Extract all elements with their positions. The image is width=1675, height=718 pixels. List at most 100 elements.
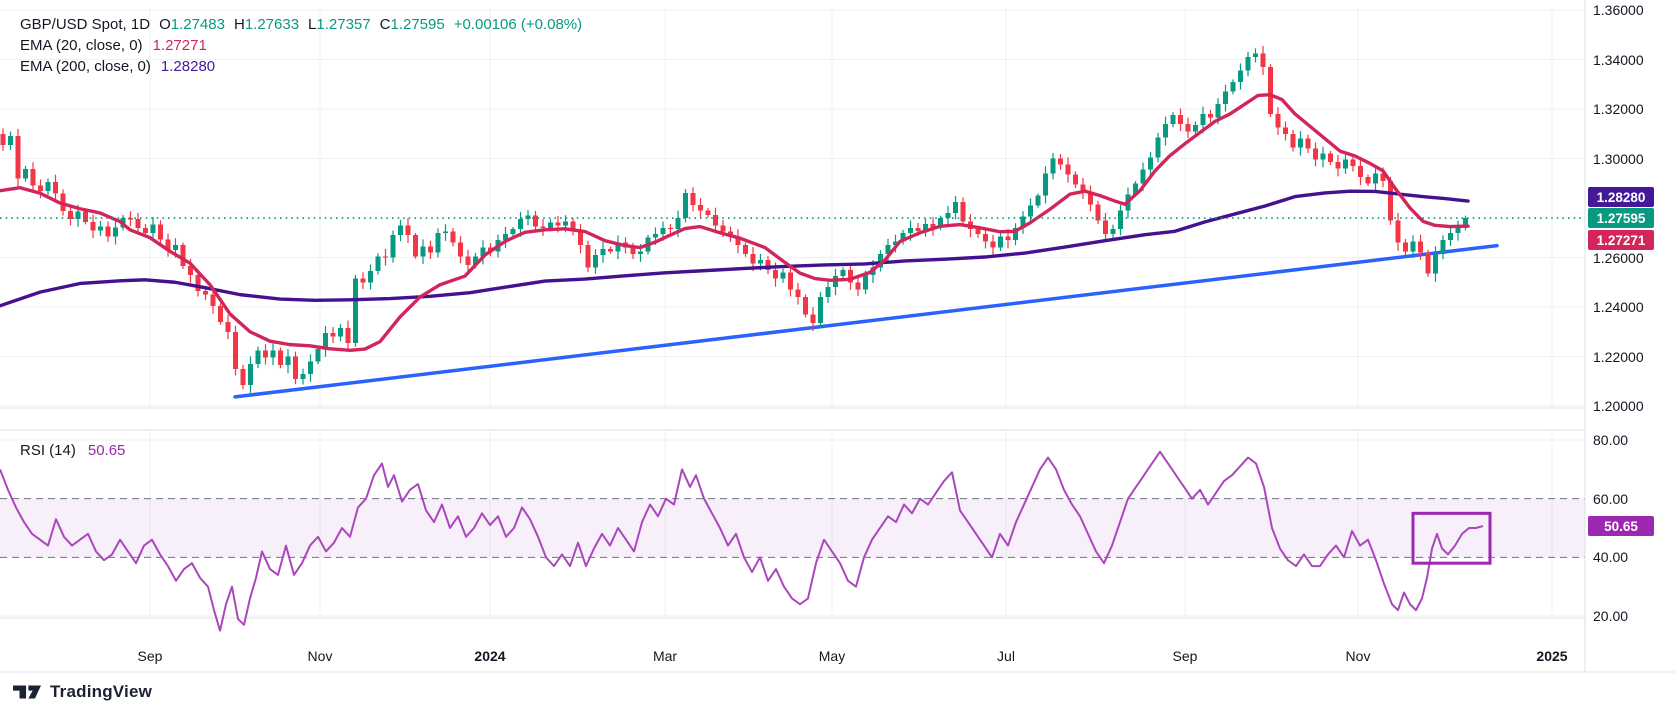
candle-body [998,236,1003,247]
candle-body [413,235,418,256]
candle-body [391,235,396,257]
candle-body [1103,220,1108,234]
candle-body [1403,243,1408,252]
candle-body [38,186,43,191]
candle-body [946,213,951,218]
candle-body [601,249,606,255]
candle-body [856,282,861,289]
candle-body [1028,206,1033,217]
candle-body [458,243,463,257]
candle-body [803,297,808,314]
candle-body [713,215,718,225]
candle-body [1141,170,1146,184]
candle-body [556,222,561,225]
candle-body [796,290,801,297]
candle-body [196,275,201,291]
candle-body [1223,92,1228,104]
candle-body [1246,57,1251,71]
candle-body [721,225,726,231]
candle-body [1268,67,1273,114]
candle-body [1051,159,1056,174]
candle-body [278,350,283,365]
candle-body [586,245,591,267]
candle-body [331,333,336,337]
candle-body [218,306,223,322]
candle-body [1261,53,1266,67]
candle-body [1043,173,1048,195]
candle-body [1186,124,1191,131]
candle-body [1178,115,1183,124]
candle-body [1321,154,1326,160]
candle-body [443,232,448,233]
candle-body [151,224,156,232]
tradingview-logo-icon [13,682,41,702]
candle-body [751,254,756,264]
candle-body [136,219,141,228]
candle-body [863,275,868,290]
candle-body [1291,134,1296,148]
candle-body [1358,166,1363,177]
candle-body [533,215,538,226]
candle-body [1276,114,1281,128]
candle-body [916,228,921,231]
candle-body [106,226,111,236]
candle-body [143,228,148,233]
candle-body [1306,139,1311,149]
candle-body [991,241,996,247]
candle-body [466,256,471,265]
candle-body [1156,137,1161,157]
candle-body [383,256,388,257]
candle-body [773,270,778,279]
candle-body [23,169,28,178]
candle-body [1058,159,1063,165]
candle-body [256,350,261,364]
candle-body [706,210,711,214]
candle-body [421,246,426,256]
candle-body [1193,125,1198,131]
candle-body [263,350,268,357]
candle-body [286,357,291,366]
chart-canvas[interactable] [0,0,1675,718]
ema200-line[interactable] [0,191,1468,306]
candle-body [211,295,216,306]
candle-body [316,349,321,361]
candle-body [301,374,306,379]
candle-body [811,314,816,323]
candle-body [203,291,208,295]
candle-body [1313,149,1318,160]
trendline-drawing[interactable] [235,246,1497,397]
candle-body [451,232,456,243]
candle-body [1411,241,1416,251]
candle-body [338,328,343,337]
candle-body [563,222,568,226]
candle-body [698,205,703,210]
candle-body [1111,229,1116,234]
candle-body [1148,157,1153,169]
candle-body [653,234,658,238]
candle-body [271,350,276,357]
candle-body [406,225,411,235]
candle-body [1426,253,1431,274]
candle-body [1238,71,1243,82]
candle-body [1373,173,1378,183]
candle-body [1336,162,1341,168]
candle-body [578,232,583,246]
candle-body [241,369,246,385]
candle-body [1448,233,1453,240]
candle-body [788,272,793,289]
candle-body [173,245,178,250]
tradingview-logo[interactable]: TradingView [13,682,152,702]
candle-body [1366,177,1371,183]
candle-body [376,256,381,271]
candle-body [976,229,981,234]
candle-body [16,136,21,178]
candle-body [691,193,696,205]
candle-body [398,225,403,235]
candle-body [46,182,51,191]
candle-body [841,270,846,276]
candle-body [826,287,831,297]
candle-body [608,249,613,251]
candle-body [1,134,6,145]
candle-body [1343,160,1348,169]
candle-body [518,219,523,229]
